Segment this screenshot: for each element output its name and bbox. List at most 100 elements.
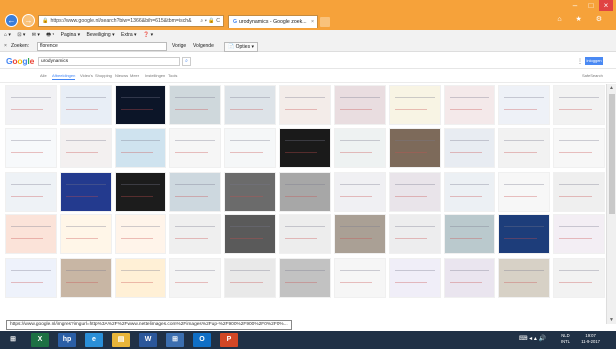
find-input[interactable]: florence	[37, 42, 167, 51]
image-result[interactable]	[59, 85, 112, 125]
tab-tools[interactable]: Tools	[168, 73, 177, 78]
image-result[interactable]	[443, 172, 496, 212]
taskbar-app-icon[interactable]: e	[85, 333, 103, 347]
image-result[interactable]	[59, 258, 112, 298]
image-result[interactable]	[388, 128, 441, 168]
signin-button[interactable]: Inloggen	[585, 57, 603, 65]
home-menu[interactable]: ⌂ ▾	[4, 32, 11, 38]
taskbar-app-icon[interactable]: P	[220, 333, 238, 347]
image-result[interactable]	[279, 214, 331, 254]
language-indicator[interactable]: NLD INTL	[561, 333, 570, 345]
image-result[interactable]	[498, 172, 551, 212]
tab-images[interactable]: Afbeeldingen	[52, 73, 76, 80]
image-result[interactable]	[169, 172, 222, 212]
image-result[interactable]	[59, 214, 112, 254]
image-result[interactable]	[5, 258, 57, 298]
mail-menu[interactable]: ✉ ▾	[32, 32, 40, 38]
find-prev-button[interactable]: Vorige	[172, 41, 186, 52]
search-button[interactable]: ⌕	[182, 57, 191, 66]
tab-news[interactable]: Nieuws	[115, 73, 128, 78]
toolbar-icons[interactable]: ⌂ ★ ⚙	[557, 15, 608, 23]
system-tray[interactable]: ⌨ ◂ ▴ 🔊	[519, 335, 546, 342]
page-scrollbar[interactable]: ▲ ▼	[606, 84, 616, 324]
tab-more[interactable]: Meer	[130, 73, 139, 78]
image-result[interactable]	[443, 214, 496, 254]
image-result[interactable]	[114, 128, 167, 168]
address-actions[interactable]: ⌕ ▾ 🔒 C	[200, 16, 220, 26]
google-logo[interactable]: Google	[6, 56, 34, 66]
maximize-button[interactable]: □	[584, 0, 598, 11]
scrollbar-thumb[interactable]	[609, 94, 615, 214]
image-result[interactable]	[388, 214, 441, 254]
scroll-up-icon[interactable]: ▲	[609, 85, 614, 91]
image-result[interactable]	[498, 128, 551, 168]
image-result[interactable]	[388, 172, 441, 212]
image-result[interactable]	[169, 128, 222, 168]
image-result[interactable]	[279, 85, 331, 125]
image-result[interactable]	[553, 85, 605, 125]
image-result[interactable]	[279, 258, 331, 298]
image-result[interactable]	[553, 172, 605, 212]
tools-menu[interactable]: Extra ▾	[121, 32, 137, 38]
image-result[interactable]	[333, 258, 386, 298]
image-result[interactable]	[443, 85, 496, 125]
find-close-icon[interactable]: ×	[4, 41, 7, 52]
tab-urodynamics[interactable]: Gurodynamics - Google zoek... ×	[228, 15, 318, 28]
taskbar-app-icon[interactable]: X	[31, 333, 49, 347]
taskbar-app-icon[interactable]: W	[139, 333, 157, 347]
image-result[interactable]	[333, 172, 386, 212]
image-result[interactable]	[333, 85, 386, 125]
security-menu[interactable]: Beveiliging ▾	[87, 32, 115, 38]
image-result[interactable]	[114, 258, 167, 298]
image-result[interactable]	[114, 214, 167, 254]
back-button[interactable]: ←	[5, 14, 18, 27]
image-result[interactable]	[169, 258, 222, 298]
taskbar-app-icon[interactable]: hp	[58, 333, 76, 347]
close-window-button[interactable]: ×	[599, 0, 613, 11]
image-result[interactable]	[59, 128, 112, 168]
minimize-button[interactable]: –	[568, 0, 582, 11]
feeds-menu[interactable]: ⊡ ▾	[17, 32, 25, 38]
image-result[interactable]	[498, 85, 551, 125]
image-result[interactable]	[443, 128, 496, 168]
image-result[interactable]	[333, 128, 386, 168]
help-menu[interactable]: ❓ ▾	[143, 32, 153, 38]
find-next-button[interactable]: Volgende	[193, 41, 214, 52]
image-result[interactable]	[443, 258, 496, 298]
tab-shopping[interactable]: Shopping	[95, 73, 112, 78]
image-result[interactable]	[5, 214, 57, 254]
image-result[interactable]	[224, 85, 277, 125]
image-result[interactable]	[169, 214, 222, 254]
taskbar-app-icon[interactable]: ⊞	[166, 333, 184, 347]
image-result[interactable]	[224, 128, 277, 168]
image-result[interactable]	[553, 214, 605, 254]
image-result[interactable]	[224, 172, 277, 212]
image-result[interactable]	[224, 214, 277, 254]
image-result[interactable]	[224, 258, 277, 298]
image-result[interactable]	[5, 85, 57, 125]
page-menu[interactable]: Pagina ▾	[61, 32, 80, 38]
forward-button[interactable]: →	[22, 14, 35, 27]
tab-settings[interactable]: Instellingen	[145, 73, 165, 78]
image-result[interactable]	[5, 172, 57, 212]
taskbar-app-icon[interactable]: ⊞	[4, 333, 22, 347]
image-result[interactable]	[279, 128, 331, 168]
image-result[interactable]	[388, 258, 441, 298]
image-result[interactable]	[114, 172, 167, 212]
safesearch-link[interactable]: SafeSearch	[582, 73, 603, 78]
scroll-down-icon[interactable]: ▼	[609, 317, 614, 323]
search-input[interactable]: urodynamics	[38, 57, 180, 66]
tab-close-button[interactable]: ×	[311, 16, 314, 28]
image-result[interactable]	[498, 214, 551, 254]
address-bar[interactable]: 🔒 https://www.google.nl/search?biw=1366&b…	[38, 15, 224, 27]
image-result[interactable]	[279, 172, 331, 212]
image-result[interactable]	[498, 258, 551, 298]
taskbar-app-icon[interactable]: O	[193, 333, 211, 347]
new-tab-button[interactable]	[320, 17, 330, 27]
image-result[interactable]	[333, 214, 386, 254]
image-result[interactable]	[5, 128, 57, 168]
tab-videos[interactable]: Video's	[80, 73, 93, 78]
image-result[interactable]	[114, 85, 167, 125]
taskbar-app-icon[interactable]: ▤	[112, 333, 130, 347]
print-menu[interactable]: 🖶 ▾	[46, 32, 54, 38]
